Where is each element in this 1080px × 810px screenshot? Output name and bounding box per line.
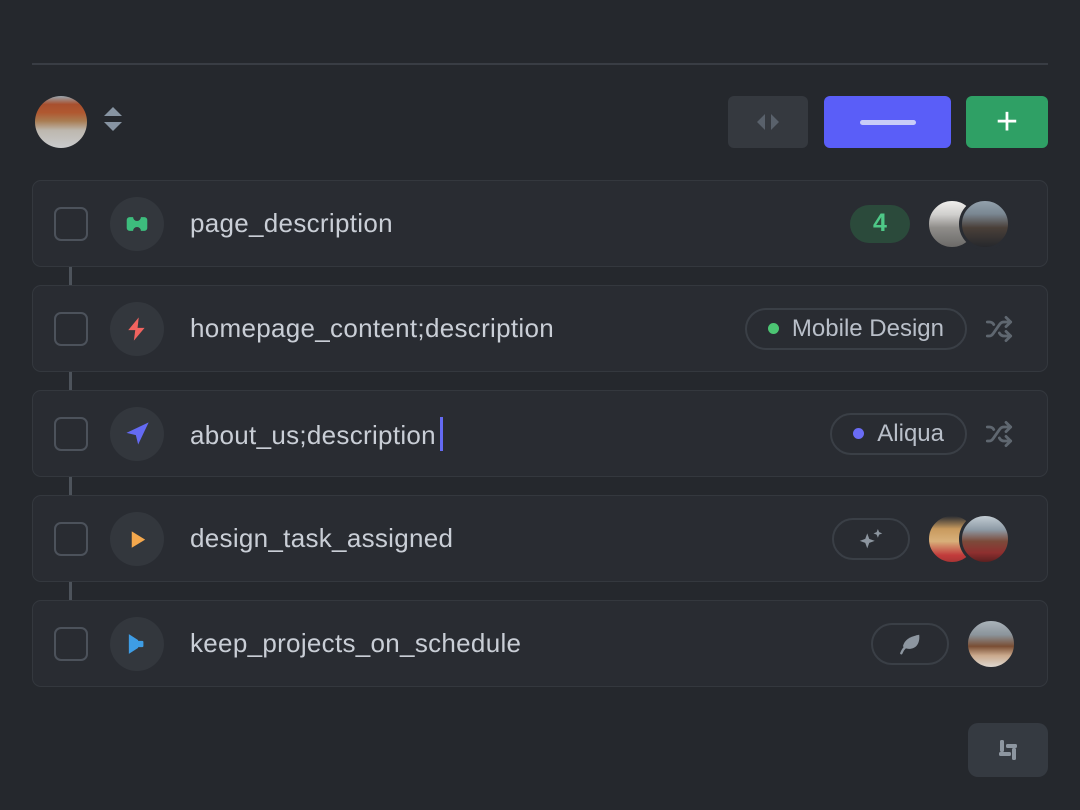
horizontal-arrows-icon: [751, 111, 785, 133]
tag-label: Aliqua: [877, 420, 944, 448]
task-row[interactable]: about_us;description Aliqua: [32, 390, 1048, 477]
task-checkbox[interactable]: [54, 627, 88, 661]
shuffle-icon: [983, 420, 1015, 448]
text-cursor: [440, 417, 443, 451]
assignee-avatar[interactable]: [965, 618, 1017, 670]
row-right: 4: [850, 198, 1047, 250]
sort-toggle[interactable]: [103, 107, 123, 131]
bolt-icon: [110, 302, 164, 356]
task-row[interactable]: page_description 4: [32, 180, 1048, 267]
task-list: page_description 4 homepage_content;desc…: [32, 180, 1048, 687]
row-right: [832, 513, 1047, 565]
task-title: keep_projects_on_schedule: [190, 628, 521, 659]
header: +: [0, 96, 1080, 148]
count-badge: 4: [850, 205, 910, 243]
task-row[interactable]: keep_projects_on_schedule: [32, 600, 1048, 687]
leaf-button[interactable]: [871, 623, 949, 665]
user-avatar[interactable]: [35, 96, 87, 148]
task-title: page_description: [190, 208, 393, 239]
shuffle-button[interactable]: [983, 315, 1015, 343]
add-task-button[interactable]: +: [966, 96, 1048, 148]
top-divider: [32, 63, 1048, 65]
shuffle-button[interactable]: [983, 420, 1015, 448]
header-buttons: +: [728, 96, 1048, 148]
task-title: homepage_content;description: [190, 313, 554, 344]
ticket-icon: [110, 197, 164, 251]
megaphone-icon: [110, 617, 164, 671]
plus-icon: +: [996, 103, 1018, 141]
sparkles-button[interactable]: [832, 518, 910, 560]
task-checkbox[interactable]: [54, 207, 88, 241]
sparkles-icon: [856, 524, 886, 554]
task-row[interactable]: design_task_assigned: [32, 495, 1048, 582]
shuffle-icon: [983, 315, 1015, 343]
paper-plane-icon: [110, 407, 164, 461]
sliders-icon: [990, 735, 1026, 765]
assignee-avatar[interactable]: [959, 198, 1011, 250]
task-list-screen: + page_description 4: [0, 0, 1080, 810]
task-row[interactable]: homepage_content;description Mobile Desi…: [32, 285, 1048, 372]
chevron-up-icon: [104, 107, 122, 116]
task-checkbox[interactable]: [54, 522, 88, 556]
collapse-panel-button[interactable]: [728, 96, 808, 148]
assignee-avatar[interactable]: [959, 513, 1011, 565]
row-right: Mobile Design: [745, 308, 1047, 350]
assignee-avatars: [926, 198, 1011, 250]
leaf-icon: [895, 631, 925, 657]
primary-action-button[interactable]: [824, 96, 951, 148]
assignee-avatars: [926, 513, 1011, 565]
task-title: about_us;description: [190, 420, 436, 450]
tag-pill[interactable]: Aliqua: [830, 413, 967, 455]
play-icon: [110, 512, 164, 566]
task-title: design_task_assigned: [190, 523, 453, 554]
tag-label: Mobile Design: [792, 315, 944, 343]
button-label-placeholder: [860, 120, 916, 125]
tag-dot-icon: [768, 323, 779, 334]
filter-settings-button[interactable]: [968, 723, 1048, 777]
task-checkbox[interactable]: [54, 312, 88, 346]
task-checkbox[interactable]: [54, 417, 88, 451]
task-title-editing[interactable]: about_us;description: [190, 417, 443, 451]
tag-dot-icon: [853, 428, 864, 439]
chevron-down-icon: [104, 122, 122, 131]
tag-pill[interactable]: Mobile Design: [745, 308, 967, 350]
row-right: Aliqua: [830, 413, 1047, 455]
row-right: [871, 618, 1047, 670]
